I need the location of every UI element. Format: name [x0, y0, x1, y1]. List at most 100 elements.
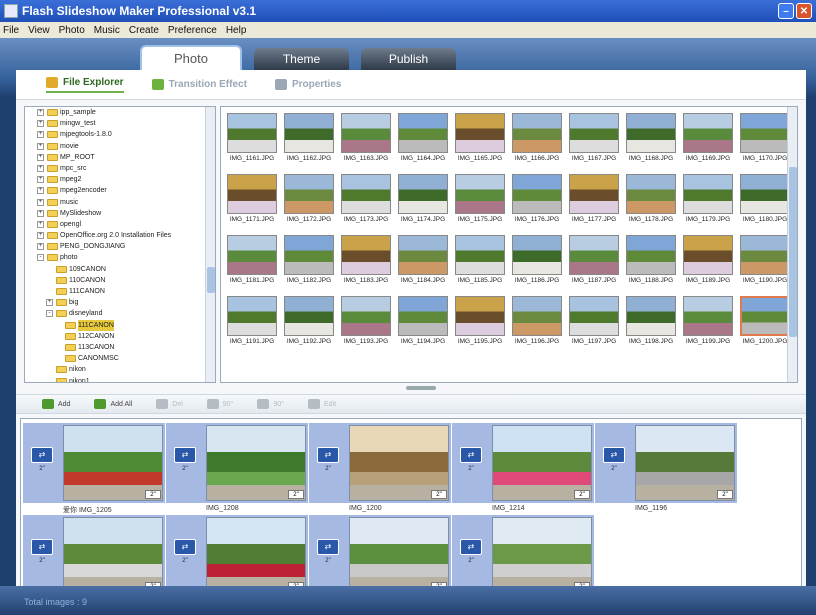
- menu-item-view[interactable]: View: [28, 25, 50, 36]
- transition-icon[interactable]: ⇄: [31, 447, 53, 463]
- thumbnail[interactable]: IMG_1161.JPG: [224, 111, 280, 171]
- expand-icon[interactable]: +: [46, 299, 53, 307]
- thumbnail[interactable]: IMG_1200.JPG: [737, 294, 793, 354]
- expand-icon[interactable]: +: [37, 153, 44, 161]
- transition-slot[interactable]: ⇄ 2": [309, 423, 347, 503]
- tree-item[interactable]: + MP_ROOT: [25, 152, 215, 163]
- thumbnail[interactable]: IMG_1163.JPG: [338, 111, 394, 171]
- tree-item[interactable]: + ipp_sample: [25, 107, 215, 118]
- menu-item-photo[interactable]: Photo: [59, 25, 85, 36]
- tree-item[interactable]: + mjpegtools-1.8.0: [25, 129, 215, 140]
- thumbnail[interactable]: IMG_1176.JPG: [509, 172, 565, 232]
- tree-item[interactable]: + opengl: [25, 219, 215, 230]
- subtab-transition-effect[interactable]: Transition Effect: [151, 79, 247, 90]
- storyboard-photo[interactable]: 2": [490, 423, 594, 503]
- expand-icon[interactable]: +: [37, 209, 44, 217]
- storyboard-photo[interactable]: 2": [633, 423, 737, 503]
- thumbnail[interactable]: IMG_1199.JPG: [680, 294, 736, 354]
- transition-icon[interactable]: ⇄: [31, 539, 53, 555]
- thumbnail[interactable]: IMG_1190.JPG: [737, 233, 793, 293]
- storyboard-photo[interactable]: 2": [204, 515, 308, 595]
- expand-icon[interactable]: +: [37, 243, 44, 251]
- thumbnail[interactable]: IMG_1169.JPG: [680, 111, 736, 171]
- thumbnail[interactable]: IMG_1191.JPG: [224, 294, 280, 354]
- transition-slot[interactable]: ⇄ 2": [166, 515, 204, 595]
- thumbnail[interactable]: IMG_1165.JPG: [452, 111, 508, 171]
- storyboard-photo[interactable]: 2": [61, 423, 165, 503]
- tree-item[interactable]: + OpenOffice.org 2.0 Installation Files: [25, 230, 215, 241]
- storyboard-item[interactable]: ⇄2"2"IMG_1181: [23, 515, 165, 604]
- transition-icon[interactable]: ⇄: [603, 447, 625, 463]
- tree-item[interactable]: + movie: [25, 141, 215, 152]
- thumbnail[interactable]: IMG_1184.JPG: [395, 233, 451, 293]
- tree-item[interactable]: nikon: [25, 364, 215, 375]
- transition-slot[interactable]: ⇄ 2": [595, 423, 633, 503]
- thumbnail[interactable]: IMG_1166.JPG: [509, 111, 565, 171]
- edit-button[interactable]: Edit: [307, 399, 336, 409]
- tree-item[interactable]: + mpeg2encoder: [25, 185, 215, 196]
- folder-tree[interactable]: + ipp_sample + mingw_test + mjpegtools-1.8.0 +…: [24, 106, 216, 383]
- expand-icon[interactable]: +: [37, 164, 44, 172]
- storyboard-item[interactable]: ⇄2"2"IMG_1184: [166, 515, 308, 604]
- thumbnail[interactable]: IMG_1171.JPG: [224, 172, 280, 232]
- thumbnail[interactable]: IMG_1188.JPG: [623, 233, 679, 293]
- thumbnail[interactable]: IMG_1180.JPG: [737, 172, 793, 232]
- storyboard-item[interactable]: ⇄2"2"IMG_1191: [309, 515, 451, 604]
- thumbnail[interactable]: IMG_1183.JPG: [338, 233, 394, 293]
- transition-slot[interactable]: ⇄ 2": [23, 515, 61, 595]
- expand-icon[interactable]: +: [37, 220, 44, 228]
- tree-item[interactable]: + mpeg2: [25, 174, 215, 185]
- tree-item[interactable]: + MySlideshow: [25, 208, 215, 219]
- add-all-button[interactable]: Add All: [94, 399, 132, 409]
- transition-icon[interactable]: ⇄: [317, 447, 339, 463]
- thumbnail[interactable]: IMG_1181.JPG: [224, 233, 280, 293]
- tree-item[interactable]: + music: [25, 197, 215, 208]
- thumbnail[interactable]: IMG_1177.JPG: [566, 172, 622, 232]
- rotate-right-button[interactable]: 90°: [257, 399, 284, 409]
- subtab-file-explorer[interactable]: File Explorer: [46, 76, 124, 93]
- storyboard-photo[interactable]: 2": [347, 515, 451, 595]
- collapse-icon[interactable]: -: [37, 254, 44, 262]
- thumbnail[interactable]: IMG_1179.JPG: [680, 172, 736, 232]
- tree-item[interactable]: - photo: [25, 252, 215, 263]
- storyboard-item[interactable]: ⇄ 2" 2" 爱你 IMG_1205: [23, 423, 165, 514]
- thumbnail[interactable]: IMG_1185.JPG: [452, 233, 508, 293]
- transition-icon[interactable]: ⇄: [460, 447, 482, 463]
- thumbnail[interactable]: IMG_1173.JPG: [338, 172, 394, 232]
- grid-scrollbar-thumb[interactable]: [789, 167, 797, 337]
- storyboard-item[interactable]: ⇄ 2" 2" IMG_1200: [309, 423, 451, 512]
- expand-icon[interactable]: +: [37, 232, 44, 240]
- tree-item[interactable]: 109CANON: [25, 264, 215, 275]
- minimize-icon[interactable]: –: [778, 3, 794, 19]
- storyboard-photo[interactable]: 2": [347, 423, 451, 503]
- transition-slot[interactable]: ⇄ 2": [452, 423, 490, 503]
- menu-item-file[interactable]: File: [3, 25, 19, 36]
- menu-item-help[interactable]: Help: [226, 25, 247, 36]
- tab-photo[interactable]: Photo: [140, 45, 242, 70]
- thumbnail[interactable]: IMG_1192.JPG: [281, 294, 337, 354]
- storyboard-item[interactable]: ⇄ 2" 2" IMG_1196: [595, 423, 737, 512]
- thumbnail[interactable]: IMG_1198.JPG: [623, 294, 679, 354]
- add-button[interactable]: Add: [42, 399, 70, 409]
- expand-icon[interactable]: +: [37, 176, 44, 184]
- tree-item[interactable]: - disneyland: [25, 308, 215, 319]
- tree-item[interactable]: 110CANON: [25, 275, 215, 286]
- subtab-properties[interactable]: Properties: [274, 79, 341, 90]
- thumbnail[interactable]: IMG_1170.JPG: [737, 111, 793, 171]
- rotate-left-button[interactable]: 90°: [206, 399, 233, 409]
- tree-item[interactable]: 112CANON: [25, 331, 215, 342]
- tree-item[interactable]: CANONMSC: [25, 353, 215, 364]
- thumbnail[interactable]: IMG_1167.JPG: [566, 111, 622, 171]
- menu-item-music[interactable]: Music: [94, 25, 120, 36]
- thumbnail[interactable]: IMG_1187.JPG: [566, 233, 622, 293]
- transition-icon[interactable]: ⇄: [317, 539, 339, 555]
- tree-scrollbar-thumb[interactable]: [207, 267, 215, 293]
- thumbnail[interactable]: IMG_1186.JPG: [509, 233, 565, 293]
- transition-icon[interactable]: ⇄: [460, 539, 482, 555]
- thumbnail[interactable]: IMG_1178.JPG: [623, 172, 679, 232]
- transition-icon[interactable]: ⇄: [174, 539, 196, 555]
- collapse-icon[interactable]: -: [46, 310, 53, 318]
- thumbnail[interactable]: IMG_1175.JPG: [452, 172, 508, 232]
- expand-icon[interactable]: +: [37, 109, 44, 116]
- menu-item-preference[interactable]: Preference: [168, 25, 217, 36]
